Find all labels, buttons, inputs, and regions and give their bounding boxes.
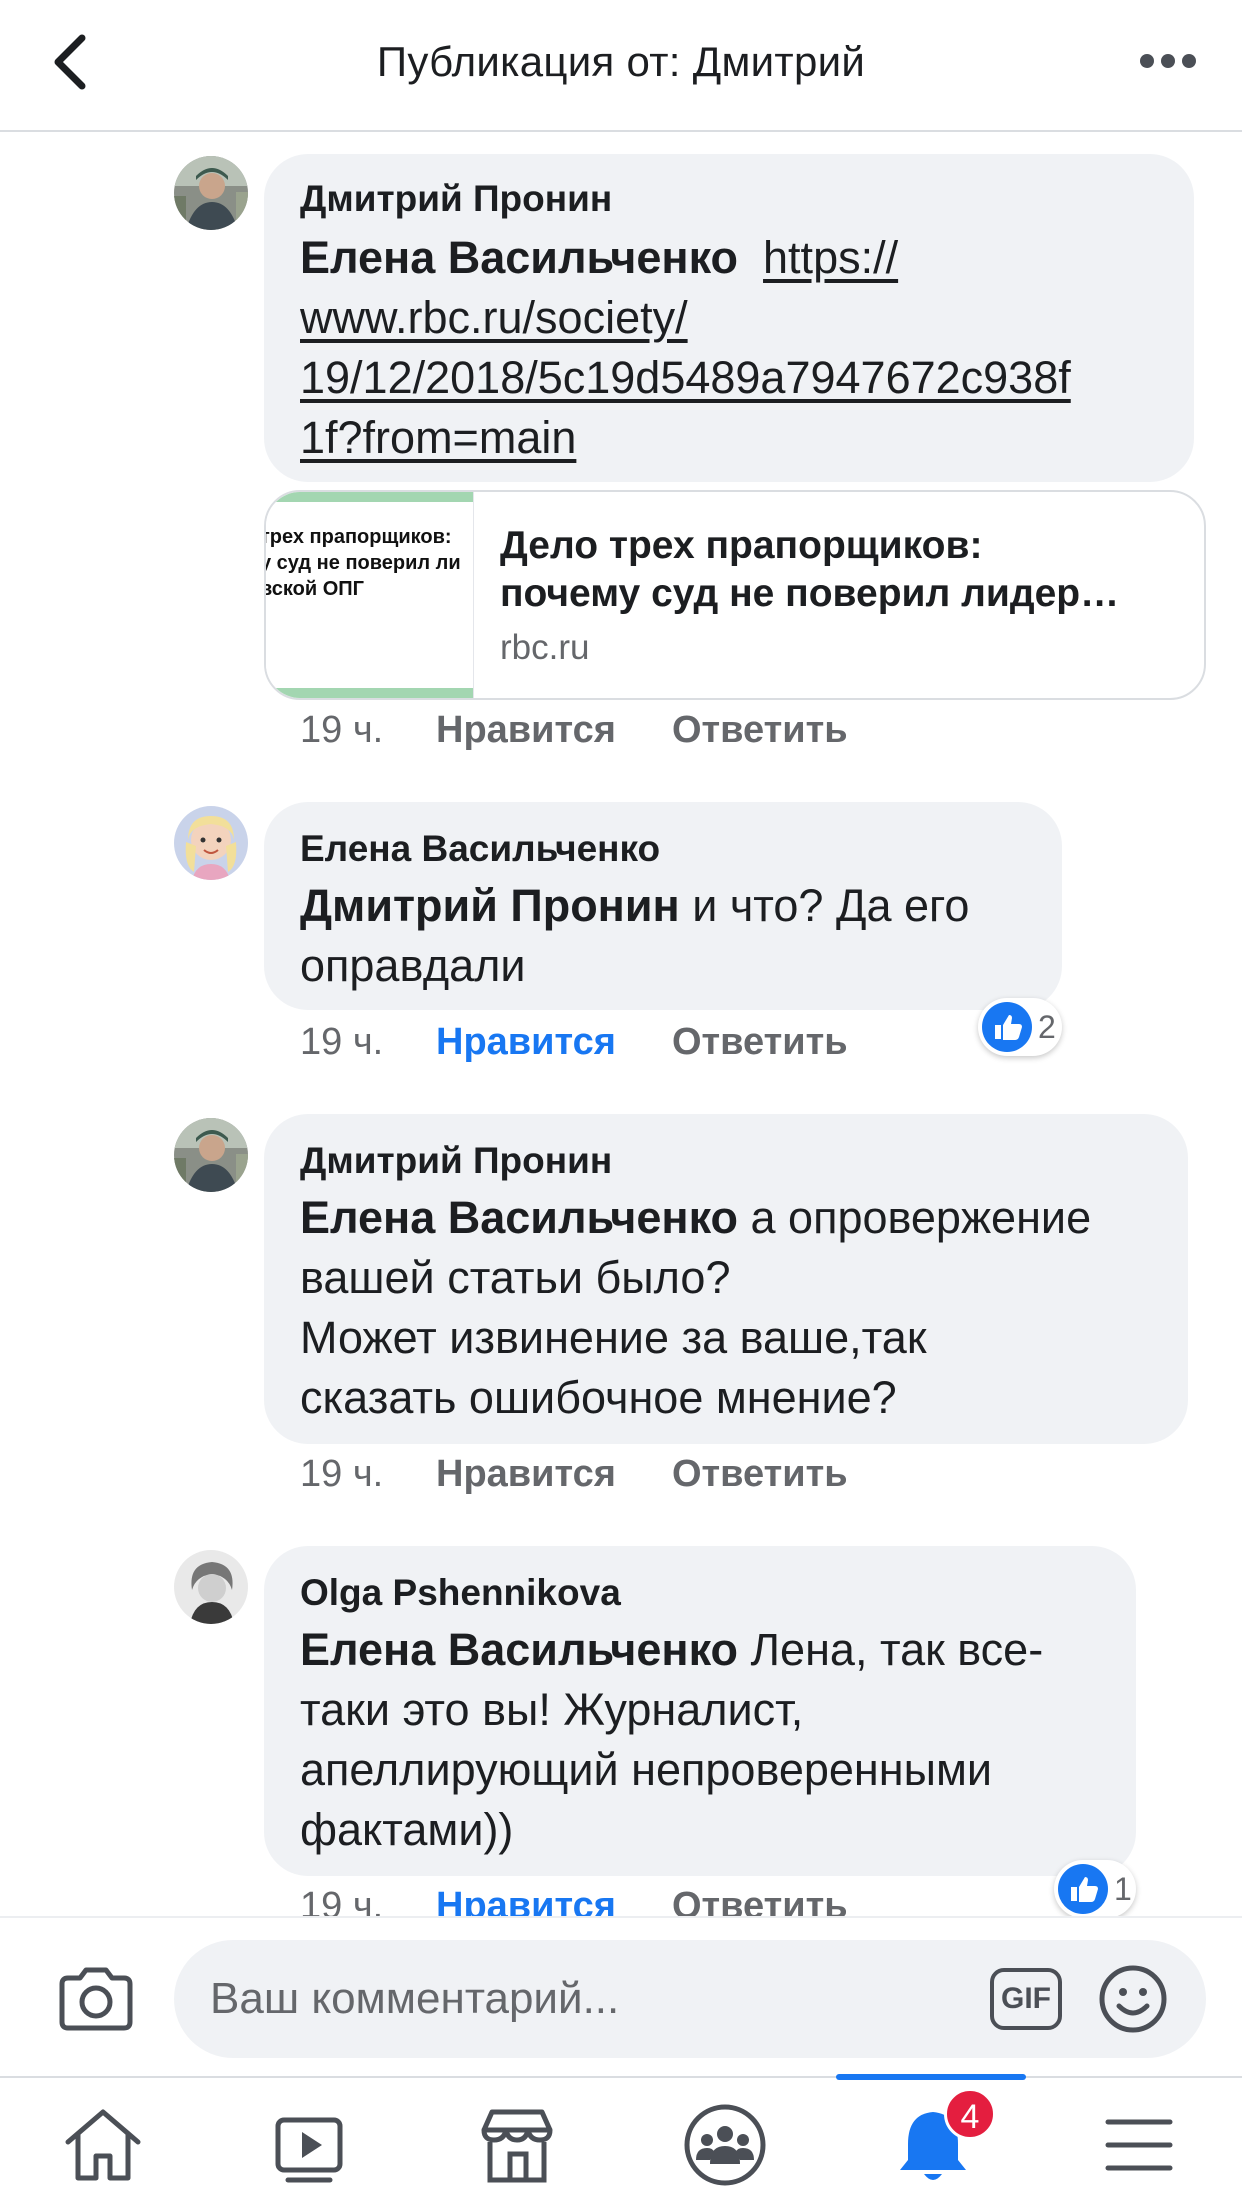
mention[interactable]: Елена Васильченко: [300, 232, 738, 283]
link-preview-title-line: Дело трех прапорщиков:: [500, 524, 983, 567]
avatar[interactable]: [174, 156, 248, 230]
gif-button[interactable]: GIF: [990, 1968, 1062, 2030]
comment-time: 19 ч.: [300, 1885, 384, 1916]
comment-text-line: Может извинение за ваше,так: [300, 1312, 927, 1363]
avatar[interactable]: [174, 1550, 248, 1624]
mention[interactable]: Елена Васильченко: [300, 1192, 738, 1243]
more-options-icon[interactable]: [1138, 50, 1198, 74]
camera-icon[interactable]: [56, 1966, 136, 2032]
comment-time: 19 ч.: [300, 1021, 384, 1063]
avatar[interactable]: [174, 1118, 248, 1192]
thumbnail-text: вской ОПГ: [266, 578, 365, 600]
reply-button[interactable]: Ответить: [672, 1018, 848, 1066]
emoji-icon[interactable]: [1098, 1964, 1168, 2034]
link-url[interactable]: www.rbc.ru/society/: [300, 288, 1180, 348]
comment-meta: 19 ч. Нравится Ответить: [300, 706, 900, 754]
avatar[interactable]: [174, 806, 248, 880]
comment-author[interactable]: Елена Васильченко: [300, 826, 660, 872]
active-tab-indicator: [836, 2074, 1026, 2080]
home-icon[interactable]: [58, 2100, 148, 2190]
like-button[interactable]: Нравится: [436, 1450, 616, 1498]
like-reaction-icon: [1058, 1864, 1108, 1914]
comment-text-line: таки это вы! Журналист,: [300, 1684, 804, 1735]
thumbnail-text: у суд не поверил ли: [266, 552, 461, 574]
comment-meta: 19 ч. Нравится Ответить: [300, 1018, 900, 1066]
link-preview-title-line: почему суд не поверил лидер…: [500, 572, 1120, 615]
reply-button[interactable]: Ответить: [672, 1882, 848, 1916]
reaction-summary[interactable]: 1: [1054, 1860, 1136, 1918]
comment-meta: 19 ч. Нравится Ответить: [300, 1450, 900, 1498]
like-button[interactable]: Нравится: [436, 706, 616, 754]
link-preview-thumbnail: трех прапорщиков: у суд не поверил ли вс…: [266, 492, 474, 698]
comment-text: Елена Васильченко а опровержение вашей с…: [300, 1188, 1180, 1428]
comment-time: 19 ч.: [300, 1453, 384, 1495]
comment-author[interactable]: Дмитрий Пронин: [300, 176, 612, 222]
link-url[interactable]: 1f?from=main: [300, 408, 1180, 468]
comment-text: Дмитрий Пронин и что? Да его оправдали: [300, 876, 1040, 996]
thumbnail-text: трех прапорщиков:: [266, 526, 452, 548]
link-preview-domain: rbc.ru: [500, 628, 590, 667]
hamburger-menu-icon[interactable]: [1094, 2100, 1184, 2190]
back-arrow-icon[interactable]: [48, 30, 98, 94]
link-preview-card[interactable]: трех прапорщиков: у суд не поверил ли вс…: [264, 490, 1206, 700]
comment-text-line: апеллирующий непроверенными: [300, 1744, 993, 1795]
like-button[interactable]: Нравится: [436, 1018, 616, 1066]
like-reaction-icon: [982, 1002, 1032, 1052]
comment-time: 19 ч.: [300, 709, 384, 751]
comment-text-line: и что? Да его: [679, 880, 970, 931]
link-url[interactable]: 19/12/2018/5c19d5489a7947672c938f: [300, 348, 1180, 408]
comment-author[interactable]: Olga Pshennikova: [300, 1570, 621, 1616]
shop-icon[interactable]: [472, 2100, 562, 2190]
comment-author[interactable]: Дмитрий Пронин: [300, 1138, 612, 1184]
comment-text-line: вашей статьи было?: [300, 1252, 731, 1303]
video-play-icon[interactable]: [266, 2100, 356, 2190]
groups-icon[interactable]: [680, 2100, 770, 2190]
comment-text: Елена Васильченко https:// www.rbc.ru/so…: [300, 228, 1180, 468]
notification-badge: 4: [944, 2088, 996, 2140]
reply-button[interactable]: Ответить: [672, 1450, 848, 1498]
page-title: Публикация от: Дмитрий: [376, 38, 866, 85]
reaction-summary[interactable]: 2: [978, 998, 1062, 1056]
reaction-count: 2: [1038, 1009, 1056, 1045]
like-button[interactable]: Нравится: [436, 1882, 616, 1916]
comment-meta: 19 ч. Нравится Ответить: [300, 1882, 900, 1916]
reply-button[interactable]: Ответить: [672, 706, 848, 754]
comment-text-line: фактами)): [300, 1804, 514, 1855]
mention[interactable]: Елена Васильченко: [300, 1624, 738, 1675]
reaction-count: 1: [1114, 1871, 1132, 1907]
comment-text-line: сказать ошибочное мнение?: [300, 1372, 897, 1423]
bottom-tab-bar: [0, 2076, 1242, 2208]
link-preview-title: Дело трех прапорщиков: почему суд не пов…: [500, 522, 1190, 618]
comment-text-line: Лена, так все-: [738, 1624, 1044, 1675]
comment-input-placeholder[interactable]: Ваш комментарий...: [210, 1970, 619, 2028]
comment-text: Елена Васильченко Лена, так все- таки эт…: [300, 1620, 1130, 1860]
comment-text-line: оправдали: [300, 940, 526, 991]
link-url[interactable]: https://: [763, 232, 898, 283]
comment-text-line: а опровержение: [738, 1192, 1092, 1243]
top-bar: Публикация от: Дмитрий: [0, 0, 1242, 132]
mention[interactable]: Дмитрий Пронин: [300, 880, 680, 931]
